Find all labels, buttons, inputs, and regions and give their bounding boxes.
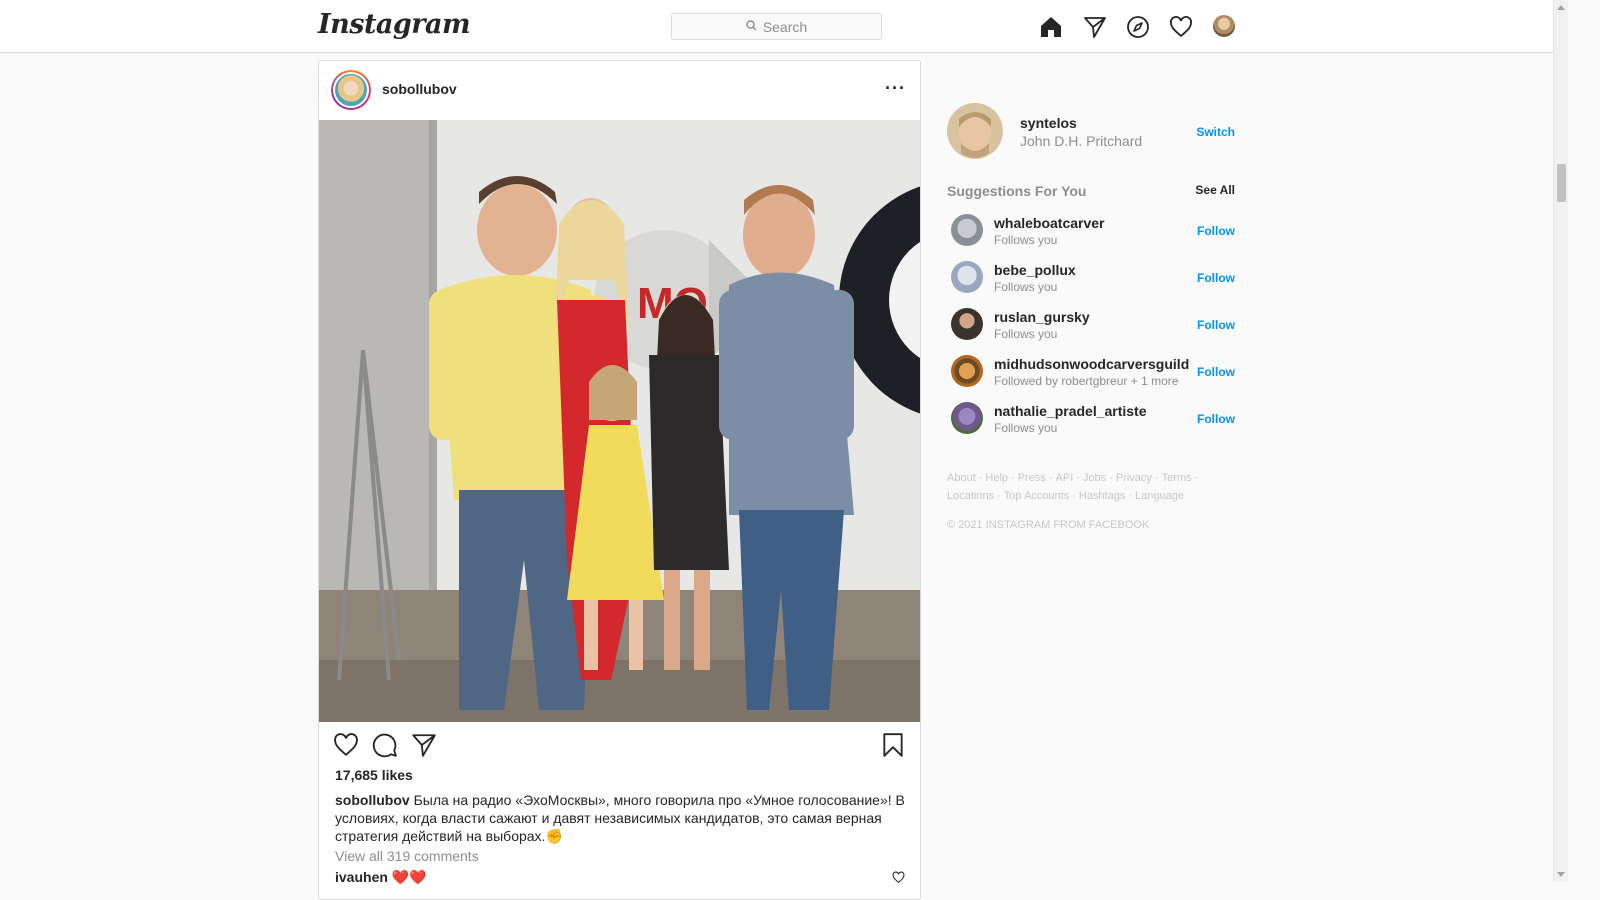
caption-username[interactable]: sobollubov	[335, 792, 410, 808]
follow-button[interactable]: Follow	[1197, 318, 1235, 332]
comment-row: ivauhen ❤️❤️	[335, 869, 427, 886]
current-user-avatar[interactable]	[947, 103, 1003, 159]
suggestion-reason: Follows you	[994, 233, 1058, 247]
footer-link-help[interactable]: Help	[985, 472, 1008, 484]
scroll-up-arrow-icon[interactable]	[1557, 5, 1565, 10]
footer-link-hashtags[interactable]: Hashtags	[1079, 490, 1125, 502]
suggestions-list: whaleboatcarver Follows you Follow bebe_…	[947, 209, 1235, 444]
suggestion-username[interactable]: midhudsonwoodcarversguild	[994, 356, 1189, 372]
suggestion-avatar[interactable]	[951, 261, 983, 293]
copyright: © 2021 INSTAGRAM FROM FACEBOOK	[947, 519, 1150, 531]
footer-link-api[interactable]: API	[1056, 472, 1074, 484]
footer-link-privacy[interactable]: Privacy	[1116, 472, 1152, 484]
likes-count[interactable]: 17,685 likes	[335, 767, 413, 783]
suggestion-item: midhudsonwoodcarversguild Followed by ro…	[947, 350, 1235, 397]
suggestion-item: bebe_pollux Follows you Follow	[947, 256, 1235, 303]
profile-avatar[interactable]	[1213, 15, 1235, 37]
suggestions-title: Suggestions For You	[947, 183, 1087, 199]
suggestion-avatar[interactable]	[951, 308, 983, 340]
story-ring[interactable]	[331, 70, 371, 110]
direct-icon[interactable]	[1082, 14, 1108, 40]
home-icon[interactable]	[1038, 14, 1064, 40]
suggestion-avatar[interactable]	[951, 402, 983, 434]
footer-link-language[interactable]: Language	[1135, 490, 1184, 502]
top-navigation: Instagram Search	[0, 0, 1553, 53]
suggestion-avatar[interactable]	[951, 214, 983, 246]
scroll-down-arrow-icon[interactable]	[1557, 872, 1565, 877]
footer-links: About · Help · Press · API · Jobs · Privacy · Terms ·…	[947, 472, 1199, 502]
comment-username[interactable]: ivauhen	[335, 869, 388, 885]
post-author-username[interactable]: sobollubov	[382, 81, 457, 97]
instagram-logo[interactable]: Instagram	[318, 9, 471, 40]
comment-text: ❤️❤️	[391, 869, 427, 885]
post-actions	[333, 732, 908, 760]
post-caption: sobollubov Была на радио «ЭхоМосквы», мн…	[335, 791, 907, 845]
search-input[interactable]: Search	[671, 13, 882, 40]
more-options-icon[interactable]: ···	[885, 79, 906, 97]
explore-icon[interactable]	[1125, 14, 1151, 40]
comment-icon[interactable]	[372, 732, 400, 760]
current-full-name: John D.H. Pritchard	[1020, 133, 1143, 149]
search-placeholder: Search	[762, 18, 808, 35]
suggestion-reason: Follows you	[994, 327, 1058, 341]
follow-button[interactable]: Follow	[1197, 224, 1235, 238]
view-all-comments-link[interactable]: View all 319 comments	[335, 848, 479, 864]
suggestion-username[interactable]: ruslan_gursky	[994, 309, 1090, 325]
footer-link-about[interactable]: About	[947, 472, 976, 484]
comment-like-icon[interactable]	[892, 871, 906, 885]
footer-link-press[interactable]: Press	[1018, 472, 1046, 484]
footer-link-top-accounts[interactable]: Top Accounts	[1004, 490, 1069, 502]
activity-heart-icon[interactable]	[1168, 14, 1194, 40]
share-icon[interactable]	[411, 732, 439, 760]
follow-button[interactable]: Follow	[1197, 412, 1235, 426]
suggestion-username[interactable]: bebe_pollux	[994, 262, 1076, 278]
footer-link-jobs[interactable]: Jobs	[1083, 472, 1106, 484]
suggestion-avatar[interactable]	[951, 355, 983, 387]
footer-link-locations[interactable]: Locations	[947, 490, 994, 502]
follow-button[interactable]: Follow	[1197, 271, 1235, 285]
like-heart-icon[interactable]	[333, 732, 361, 760]
scroll-thumb[interactable]	[1557, 164, 1566, 202]
suggestion-item: nathalie_pradel_artiste Follows you Foll…	[947, 397, 1235, 444]
feed-post: sobollubov ··· МО	[318, 60, 921, 900]
suggestion-username[interactable]: whaleboatcarver	[994, 215, 1105, 231]
post-photo[interactable]: МО	[319, 120, 920, 722]
page-scrollbar[interactable]	[1553, 0, 1568, 882]
current-username[interactable]: syntelos	[1020, 115, 1077, 131]
footer-link-terms[interactable]: Terms	[1162, 472, 1192, 484]
suggestion-reason: Follows you	[994, 421, 1058, 435]
search-icon	[746, 19, 757, 34]
switch-account-button[interactable]: Switch	[1196, 125, 1235, 139]
suggestion-reason: Follows you	[994, 280, 1058, 294]
suggestion-reason: Followed by robertgbreur + 1 more	[994, 374, 1179, 388]
post-author-avatar	[333, 72, 369, 108]
follow-button[interactable]: Follow	[1197, 365, 1235, 379]
suggestion-item: ruslan_gursky Follows you Follow	[947, 303, 1235, 350]
save-bookmark-icon[interactable]	[880, 732, 908, 760]
see-all-link[interactable]: See All	[1195, 183, 1235, 197]
caption-text: Была на радио «ЭхоМосквы», много говорил…	[335, 792, 905, 844]
post-header: sobollubov ···	[319, 61, 920, 120]
suggestion-username[interactable]: nathalie_pradel_artiste	[994, 403, 1147, 419]
suggestion-item: whaleboatcarver Follows you Follow	[947, 209, 1235, 256]
